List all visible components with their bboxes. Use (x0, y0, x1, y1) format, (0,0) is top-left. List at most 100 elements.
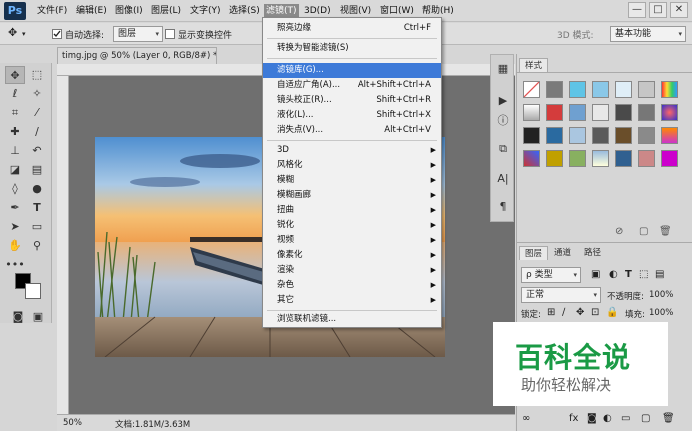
menu-filter[interactable]: 滤镜(T) (264, 4, 299, 18)
style-swatch[interactable] (615, 150, 632, 167)
style-swatch[interactable] (523, 81, 540, 98)
style-swatch[interactable] (638, 104, 655, 121)
style-swatch[interactable] (638, 150, 655, 167)
brush-tool-icon[interactable]: ∕ (27, 123, 47, 141)
history-panel-icon[interactable]: ▦ (495, 61, 511, 77)
maximize-button[interactable]: □ (649, 2, 667, 18)
background-color-swatch[interactable] (25, 283, 41, 299)
lock-all-icon[interactable]: 🔒 (606, 307, 618, 318)
blend-mode-dropdown[interactable]: 正常 ▾ (521, 287, 601, 303)
style-swatch[interactable] (546, 104, 563, 121)
adjustment-filter-icon[interactable]: ◐ (609, 269, 618, 280)
style-swatch[interactable] (661, 127, 678, 144)
menu-item-stylize[interactable]: 风格化 ▶ (263, 158, 441, 173)
menu-item-blur[interactable]: 模糊 ▶ (263, 173, 441, 188)
style-swatch[interactable] (569, 127, 586, 144)
lock-transparent-icon[interactable]: ⊞ (547, 307, 555, 318)
actions-panel-icon[interactable]: ▶ (495, 93, 511, 109)
adjustment-layer-icon[interactable]: ◐ (603, 413, 612, 424)
menu-item-noise[interactable]: 杂色 ▶ (263, 278, 441, 293)
chevron-down-icon[interactable]: ▾ (22, 30, 26, 38)
document-tab[interactable]: timg.jpg @ 50% (Layer 0, RGB/8#) * (57, 47, 217, 64)
new-style-icon[interactable]: ▢ (639, 226, 648, 237)
lasso-tool-icon[interactable]: ℓ (5, 85, 25, 103)
magic-wand-icon[interactable]: ✧ (27, 85, 47, 103)
menu-item-last-filter[interactable]: 照亮边缘 Ctrl+F (263, 21, 441, 36)
crop-tool-icon[interactable]: ⌗ (5, 104, 25, 122)
auto-select-checkbox[interactable] (52, 29, 62, 39)
show-transform-checkbox[interactable] (165, 29, 175, 39)
menu-item-blur-gallery[interactable]: 模糊画廊 ▶ (263, 188, 441, 203)
style-swatch[interactable] (592, 104, 609, 121)
opacity-value[interactable]: 100% (649, 290, 673, 300)
menu-3d[interactable]: 3D(D) (302, 4, 333, 18)
menu-item-render[interactable]: 渲染 ▶ (263, 263, 441, 278)
menu-item-video[interactable]: 视频 ▶ (263, 233, 441, 248)
tab-paths[interactable]: 路径 (579, 246, 606, 260)
new-layer-icon[interactable]: ▢ (641, 413, 650, 424)
menu-window[interactable]: 窗口(W) (378, 4, 416, 18)
move-tool-icon[interactable]: ✥ (5, 66, 25, 84)
menu-item-browse-online-filters[interactable]: 浏览联机滤镜... (263, 312, 441, 327)
zoom-tool-icon[interactable]: ⚲ (27, 237, 47, 255)
style-swatch[interactable] (546, 81, 563, 98)
delete-style-icon[interactable]: 🗑 (659, 226, 672, 237)
clear-style-icon[interactable]: ⊘ (615, 226, 623, 237)
style-swatch[interactable] (615, 127, 632, 144)
character-panel-icon[interactable]: A| (495, 171, 511, 187)
menu-image[interactable]: 图像(I) (113, 4, 145, 18)
healing-brush-icon[interactable]: ✚ (5, 123, 25, 141)
screen-mode-icon[interactable]: ▣ (28, 308, 48, 326)
style-swatch[interactable] (592, 81, 609, 98)
style-swatch[interactable] (546, 150, 563, 167)
shape-filter-icon[interactable]: ⬚ (639, 269, 648, 280)
style-swatch[interactable] (615, 104, 632, 121)
dodge-tool-icon[interactable]: ● (27, 180, 47, 198)
gradient-tool-icon[interactable]: ▤ (27, 161, 47, 179)
layer-mask-icon[interactable]: ◙ (587, 413, 597, 424)
pixel-filter-icon[interactable]: ▣ (591, 269, 600, 280)
layer-filter-dropdown[interactable]: ρ 类型 ▾ (521, 267, 581, 283)
marquee-tool-icon[interactable]: ⬚ (27, 66, 47, 84)
menu-item-adaptive-wide-angle[interactable]: 自适应广角(A)... Alt+Shift+Ctrl+A (263, 78, 441, 93)
link-layers-icon[interactable]: ∞ (522, 413, 530, 424)
quick-mask-icon[interactable]: ◙ (8, 308, 28, 326)
eyedropper-icon[interactable]: ⁄ (27, 104, 47, 122)
style-swatch[interactable] (569, 81, 586, 98)
menu-item-other[interactable]: 其它 ▶ (263, 293, 441, 308)
minimize-button[interactable]: — (628, 2, 646, 18)
path-select-icon[interactable]: ➤ (5, 218, 25, 236)
style-swatch[interactable] (661, 104, 678, 121)
menu-item-3d[interactable]: 3D ▶ (263, 143, 441, 158)
lock-pixels-icon[interactable]: ∕ (562, 307, 565, 318)
style-swatch[interactable] (638, 81, 655, 98)
menu-item-liquify[interactable]: 液化(L)... Shift+Ctrl+X (263, 108, 441, 123)
auto-select-dropdown[interactable]: 图层 ▾ (113, 26, 163, 42)
tab-layers[interactable]: 图层 (519, 246, 549, 260)
style-swatch[interactable] (523, 104, 540, 121)
menu-layer[interactable]: 图层(L) (149, 4, 183, 18)
style-swatch[interactable] (615, 81, 632, 98)
hand-tool-icon[interactable]: ✋ (5, 237, 25, 255)
menu-file[interactable]: 文件(F) (35, 4, 69, 18)
menu-edit[interactable]: 编辑(E) (74, 4, 109, 18)
menu-help[interactable]: 帮助(H) (420, 4, 456, 18)
fill-value[interactable]: 100% (649, 308, 673, 318)
type-tool-icon[interactable]: T (27, 199, 47, 217)
info-panel-icon[interactable]: ⓘ (495, 113, 511, 129)
clone-source-icon[interactable]: ⧉ (495, 141, 511, 157)
close-button[interactable]: ✕ (670, 2, 688, 18)
pen-tool-icon[interactable]: ✒ (5, 199, 25, 217)
style-swatch[interactable] (523, 127, 540, 144)
type-filter-icon[interactable]: T (625, 269, 632, 280)
blur-tool-icon[interactable]: ◊ (5, 180, 25, 198)
eraser-icon[interactable]: ◪ (5, 161, 25, 179)
menu-view[interactable]: 视图(V) (338, 4, 373, 18)
menu-type[interactable]: 文字(Y) (188, 4, 223, 18)
group-icon[interactable]: ▭ (621, 413, 630, 424)
menu-item-filter-gallery[interactable]: 滤镜库(G)... (263, 63, 441, 78)
rectangle-tool-icon[interactable]: ▭ (27, 218, 47, 236)
history-brush-icon[interactable]: ↶ (27, 142, 47, 160)
smart-object-filter-icon[interactable]: ▤ (655, 269, 664, 280)
tab-channels[interactable]: 通道 (549, 246, 576, 260)
